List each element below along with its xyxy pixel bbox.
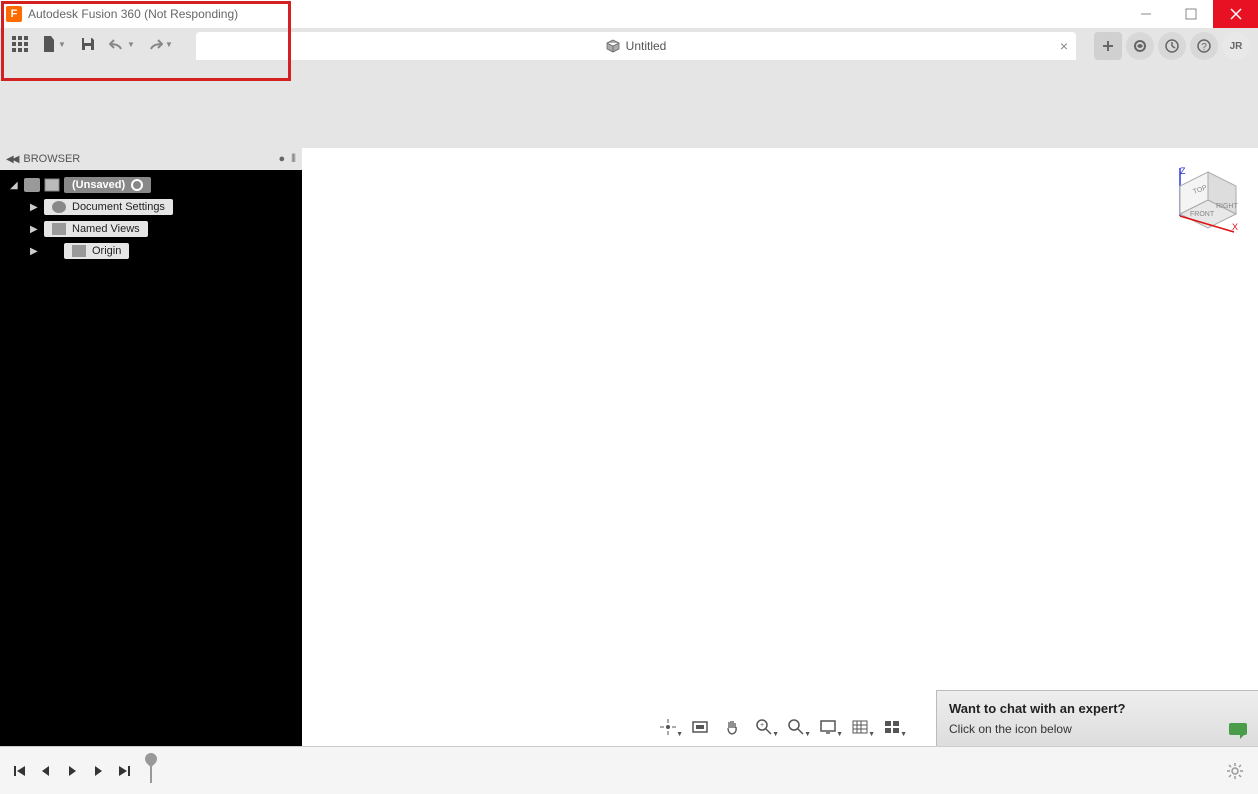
view-cube[interactable]: Z TOP FRONT RIGHT X <box>1170 164 1242 236</box>
timeline-settings-button[interactable] <box>1226 762 1244 780</box>
tree-node-label: Document Settings <box>72 201 165 213</box>
chat-popup-title: Want to chat with an expert? <box>949 701 1246 716</box>
data-panel-button[interactable] <box>6 30 34 58</box>
folder-icon <box>72 245 86 257</box>
undo-button[interactable]: ▼ <box>104 30 140 58</box>
main-area: ◀◀ BROWSER ● ⦀ ◢ (Unsaved) ▶ <box>0 148 1258 746</box>
dropdown-icon: ▼ <box>127 40 135 49</box>
svg-text:FRONT: FRONT <box>1190 211 1215 218</box>
orbit-button[interactable]: ▼ <box>655 716 681 738</box>
browser-panel: ◀◀ BROWSER ● ⦀ ◢ (Unsaved) ▶ <box>0 148 302 746</box>
save-button[interactable] <box>74 30 102 58</box>
close-button[interactable] <box>1213 0 1258 28</box>
viewport-canvas[interactable]: Z TOP FRONT RIGHT X Want to chat with an… <box>302 148 1258 746</box>
dropdown-icon: ▼ <box>165 40 173 49</box>
maximize-button[interactable] <box>1168 0 1213 28</box>
tree-root-label: (Unsaved) <box>72 179 125 191</box>
timeline-start-button[interactable] <box>10 761 30 781</box>
gear-icon <box>52 201 66 213</box>
look-at-button[interactable] <box>687 716 713 738</box>
redo-button[interactable]: ▼ <box>142 30 178 58</box>
ribbon-area <box>0 60 1258 148</box>
zoom-button[interactable]: + ▼ <box>751 716 777 738</box>
collapse-icon: ◀◀ <box>6 154 17 165</box>
x-axis-label: X <box>1232 222 1238 232</box>
browser-tree: ◢ (Unsaved) ▶ Document Settings ▶ <box>0 170 302 746</box>
chat-popup-subtitle: Click on the icon below <box>949 722 1246 736</box>
visibility-icon[interactable] <box>24 178 40 192</box>
extensions-button[interactable] <box>1126 32 1154 60</box>
expander-icon[interactable]: ▶ <box>30 246 40 257</box>
chat-expert-popup: Want to chat with an expert? Click on th… <box>936 690 1258 746</box>
navigation-toolbar: ▼ + ▼ ▼ ▼ ▼ <box>653 714 907 740</box>
timeline-step-forward-button[interactable] <box>88 761 108 781</box>
fit-button[interactable]: ▼ <box>783 716 809 738</box>
tree-node-document-settings[interactable]: ▶ Document Settings <box>0 196 302 218</box>
folder-icon <box>52 223 66 235</box>
document-tab-bar: Untitled × ? JR <box>196 32 1258 60</box>
dropdown-icon: ▼ <box>58 40 66 49</box>
panel-options-icon[interactable]: ⦀ <box>291 153 296 166</box>
timeline-step-back-button[interactable] <box>36 761 56 781</box>
grid-settings-button[interactable]: ▼ <box>847 716 873 738</box>
expander-icon[interactable]: ◢ <box>10 180 20 191</box>
new-design-button[interactable] <box>1094 32 1122 60</box>
timeline-bar <box>0 746 1258 794</box>
tree-node-named-views[interactable]: ▶ Named Views <box>0 218 302 240</box>
timeline-marker[interactable] <box>150 759 152 783</box>
svg-text:RIGHT: RIGHT <box>1216 203 1239 210</box>
app-icon: F <box>6 6 22 22</box>
window-title: Autodesk Fusion 360 (Not Responding) <box>28 7 238 21</box>
tree-node-label: Named Views <box>72 223 140 235</box>
visibility-off-icon[interactable] <box>44 245 60 257</box>
tab-close-button[interactable]: × <box>1060 38 1068 54</box>
expander-icon[interactable]: ▶ <box>30 224 40 235</box>
tree-node-label: Origin <box>92 245 121 257</box>
active-component-icon[interactable] <box>131 179 143 191</box>
expander-icon[interactable]: ▶ <box>30 202 40 213</box>
viewport-layout-button[interactable]: ▼ <box>879 716 905 738</box>
z-axis-label: Z <box>1180 166 1186 176</box>
tree-root-node[interactable]: ◢ (Unsaved) <box>0 174 302 196</box>
user-avatar[interactable]: JR <box>1222 32 1250 60</box>
job-status-button[interactable] <box>1158 32 1186 60</box>
help-button[interactable]: ? <box>1190 32 1218 60</box>
minimize-panel-icon[interactable]: ● <box>279 153 286 166</box>
cube-icon <box>606 39 620 53</box>
file-menu-button[interactable]: ▼ <box>36 30 72 58</box>
timeline-end-button[interactable] <box>114 761 134 781</box>
window-controls <box>1123 0 1258 28</box>
pan-button[interactable] <box>719 716 745 738</box>
display-settings-button[interactable]: ▼ <box>815 716 841 738</box>
component-icon <box>44 178 60 192</box>
header-right-tools: ? JR <box>1094 32 1258 60</box>
timeline-play-button[interactable] <box>62 761 82 781</box>
svg-text:?: ? <box>1201 42 1207 53</box>
svg-text:+: + <box>760 722 764 729</box>
document-tab[interactable]: Untitled × <box>196 32 1076 60</box>
browser-title: BROWSER <box>23 153 80 165</box>
tab-label: Untitled <box>626 39 667 53</box>
minimize-button[interactable] <box>1123 0 1168 28</box>
tree-node-origin[interactable]: ▶ Origin <box>0 240 302 262</box>
browser-header[interactable]: ◀◀ BROWSER ● ⦀ <box>0 148 302 170</box>
chat-icon[interactable] <box>1228 722 1248 740</box>
window-titlebar: F Autodesk Fusion 360 (Not Responding) <box>0 0 1258 28</box>
